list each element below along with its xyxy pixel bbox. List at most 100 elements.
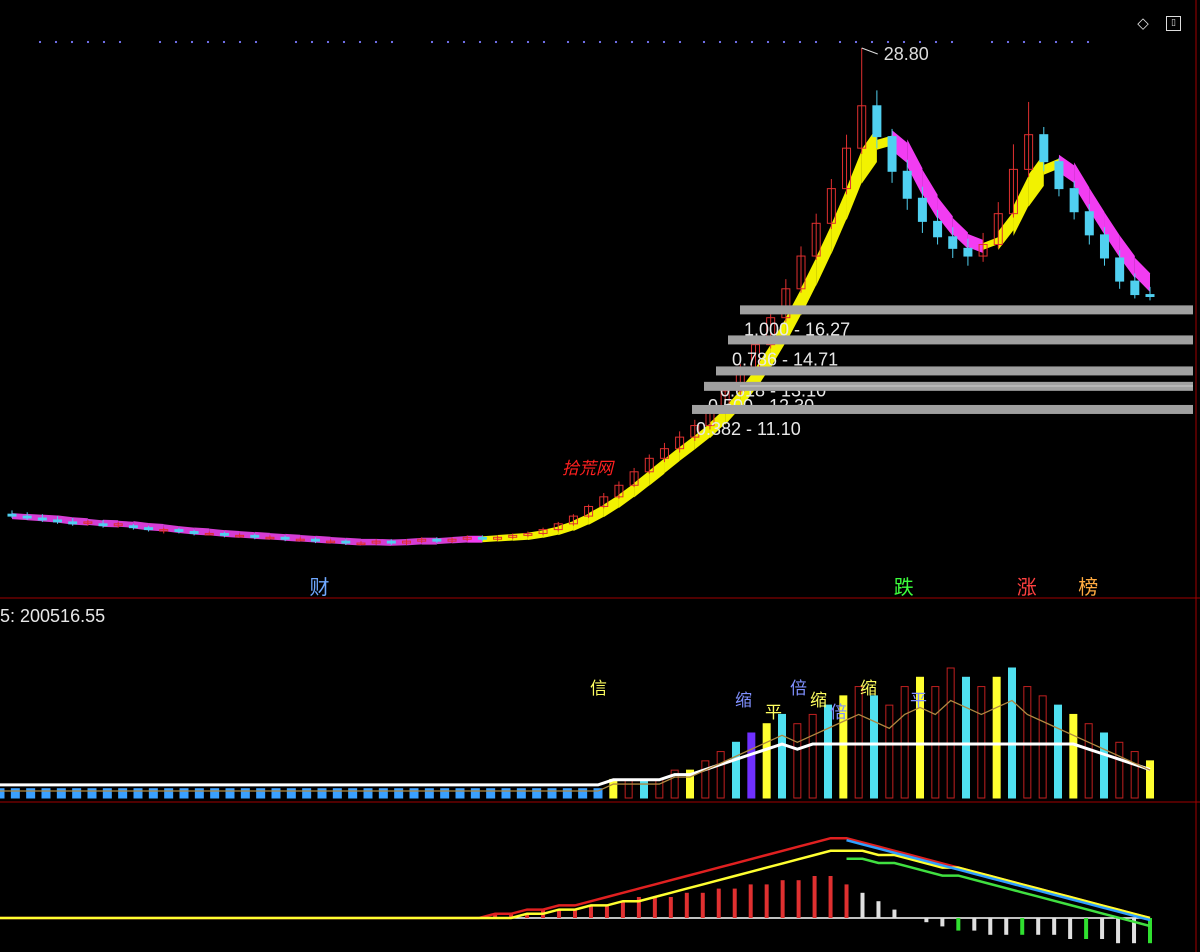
volume-bar [1100,732,1108,799]
candle-body [341,540,351,544]
dot-marker [1006,40,1010,44]
candle-body [219,532,229,536]
dot-marker [838,40,842,44]
volume-bar [0,788,5,799]
volume-bar [225,788,235,799]
dot-marker [86,40,90,44]
volume-bar [762,723,771,799]
volume-bar [378,788,388,799]
ma-ribbon-segment [543,526,559,538]
dot-marker [614,40,618,44]
dot-marker [1022,40,1026,44]
dot-marker [462,40,466,44]
dot-marker [294,40,298,44]
fib-level-label: 0.382 - 11.10 [696,419,801,439]
volume-bar [962,676,970,799]
volume-annotation: 缩 [735,691,752,711]
dot-marker [158,40,162,44]
volume-bar [148,788,158,799]
volume-bar [501,788,511,799]
volume-bar [1054,704,1062,799]
window-restore-icon[interactable]: ▯ [1166,16,1181,31]
volume-bar [992,676,1001,799]
candle-body [144,527,154,531]
dot-marker [430,40,434,44]
volume-bar [793,723,802,799]
volume-bar [931,686,940,799]
volume-indicator-label: 5: 200516.55 [0,606,105,626]
candle-body [477,536,487,540]
candle-body [963,247,973,257]
dot-marker [1038,40,1042,44]
macd-dif-decline [846,838,1151,922]
volume-bar [302,788,312,799]
volume-annotation: 缩 [810,691,827,711]
ma-ribbon-segment [558,521,574,536]
dot-marker [542,40,546,44]
dot-marker [902,40,906,44]
dot-marker [1054,40,1058,44]
volume-bar [10,788,20,799]
volume-bar [240,788,250,799]
candle-body [22,515,32,519]
volume-bar [286,788,296,799]
dot-marker [750,40,754,44]
volume-bar [609,778,618,799]
volume-bar [885,704,894,799]
candle-body [933,220,943,238]
fib-level-bar [692,404,1193,414]
dot-marker [718,40,722,44]
candle-body [7,513,17,517]
watermark: 拾荒网 [562,459,615,479]
volume-bar [118,788,128,799]
fib-level-bar [728,335,1193,345]
candle-body [250,534,260,538]
candle-body [174,529,184,533]
volume-annotation: 倍 [830,703,847,723]
volume-bar [179,788,189,799]
dot-marker [702,40,706,44]
volume-bar [26,788,36,799]
dot-marker [1070,40,1074,44]
volume-bar [1130,751,1139,799]
dot-marker [174,40,178,44]
volume-bar [317,788,327,799]
volume-bar [516,788,526,799]
dot-marker [374,40,378,44]
dot-marker [38,40,42,44]
signal-marker: 涨 [1017,575,1037,599]
volume-bar [624,778,633,799]
volume-bar [547,788,557,799]
volume-bar [946,667,955,799]
volume-bar [470,788,480,799]
diamond-icon[interactable]: ◇ [1134,14,1152,32]
volume-bar [701,760,710,799]
volume-bar [363,788,373,799]
dot-marker [1086,40,1090,44]
volume-bar [732,741,740,799]
dot-marker [478,40,482,44]
volume-annotation: 平 [910,691,927,711]
ma-ribbon-segment [588,504,604,525]
stock-chart: 28.801.000 - 16.270.786 - 14.710.618 - 1… [0,0,1200,952]
volume-bar [778,713,786,799]
volume-bar [424,788,434,799]
dot-marker [734,40,738,44]
dot-marker [326,40,330,44]
volume-bar [486,788,496,799]
volume-annotation: 倍 [790,679,807,699]
candle-body [1099,234,1109,259]
signal-marker: 财 [310,575,330,599]
volume-bar [578,788,588,799]
dot-marker [70,40,74,44]
dot-marker [918,40,922,44]
dot-marker [814,40,818,44]
candle-body [1069,188,1079,213]
candle-body [68,521,78,525]
candle-body [1115,257,1125,282]
candle-body [189,531,199,534]
candle-body [1054,161,1064,190]
candle-body [386,540,396,544]
volume-bar [562,788,572,799]
dot-marker [854,40,858,44]
